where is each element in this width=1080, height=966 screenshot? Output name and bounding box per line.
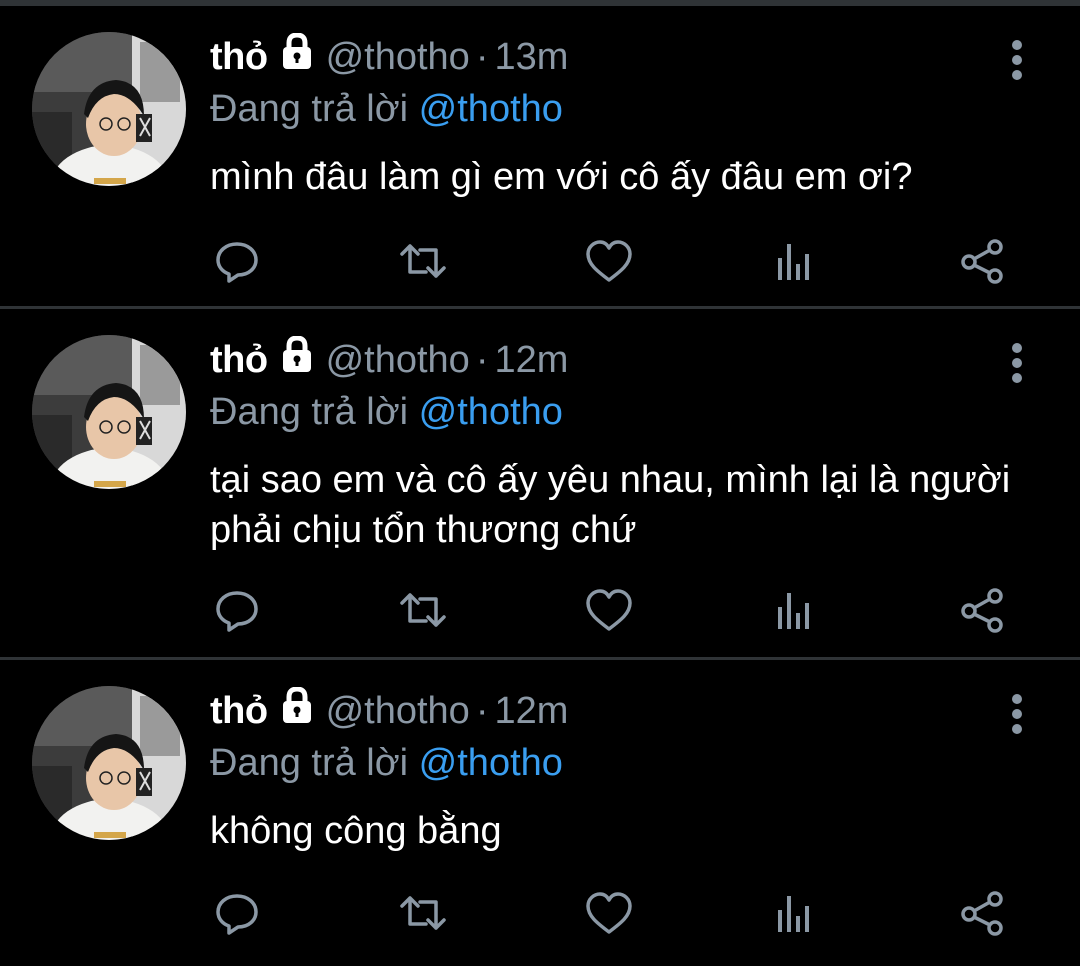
action-bar — [210, 236, 1040, 286]
tweet-text: không công bằng — [210, 810, 502, 852]
retweet-icon — [400, 593, 446, 627]
share-icon — [961, 239, 1003, 284]
retweet-icon — [400, 244, 446, 278]
reply-mention-link[interactable]: @thotho — [419, 88, 563, 130]
action-bar — [210, 888, 1040, 938]
reply-prefix: Đang trả lời — [210, 88, 409, 130]
handle[interactable]: @thotho — [326, 690, 470, 732]
display-name[interactable]: thỏ — [210, 339, 268, 381]
share-icon — [961, 891, 1003, 936]
timestamp[interactable]: 12m — [494, 690, 568, 732]
like-icon — [586, 589, 632, 631]
retweet-button[interactable] — [398, 236, 448, 286]
action-bar — [210, 585, 1040, 635]
retweet-button[interactable] — [398, 888, 448, 938]
lock-icon — [278, 335, 316, 377]
share-button[interactable] — [958, 888, 1008, 938]
reply-button[interactable] — [212, 585, 262, 635]
handle[interactable]: @thotho — [326, 339, 470, 381]
lock-icon — [278, 686, 316, 728]
timestamp[interactable]: 12m — [494, 339, 568, 381]
reply-button[interactable] — [212, 236, 262, 286]
more-options-icon[interactable] — [1004, 38, 1030, 108]
reply-context: Đang trả lời @thotho — [210, 88, 563, 131]
like-button[interactable] — [584, 585, 634, 635]
more-options-icon[interactable] — [1004, 692, 1030, 762]
share-button[interactable] — [958, 585, 1008, 635]
tweet-text: mình đâu làm gì em với cô ấy đâu em ơi? — [210, 156, 913, 198]
share-icon — [961, 588, 1003, 633]
like-button[interactable] — [584, 236, 634, 286]
analytics-button[interactable] — [770, 585, 820, 635]
like-icon — [586, 892, 632, 934]
analytics-icon — [778, 896, 809, 932]
tweet[interactable]: thỏ @thotho · 12m Đang trả lời @thotho tại … — [0, 309, 1080, 658]
tweet-text: tại sao em và cô ấy yêu nhau, mình lại l… — [210, 459, 1011, 551]
tweet[interactable]: thỏ @thotho · 12m Đang trả lời @thotho khôn… — [0, 660, 1080, 966]
reply-icon — [216, 894, 258, 935]
avatar[interactable] — [32, 32, 186, 186]
reply-icon — [216, 242, 258, 283]
avatar[interactable] — [32, 686, 186, 840]
tweet-header: thỏ @thotho · 12m — [210, 335, 568, 389]
reply-mention-link[interactable]: @thotho — [419, 391, 563, 433]
reply-context: Đang trả lời @thotho — [210, 391, 563, 434]
reply-button[interactable] — [212, 888, 262, 938]
reply-icon — [216, 591, 258, 632]
separator: · — [475, 339, 489, 381]
like-button[interactable] — [584, 888, 634, 938]
analytics-button[interactable] — [770, 888, 820, 938]
analytics-icon — [778, 593, 809, 629]
tweet-header: thỏ @thotho · 12m — [210, 686, 568, 740]
analytics-button[interactable] — [770, 236, 820, 286]
more-options-icon[interactable] — [1004, 341, 1030, 411]
display-name[interactable]: thỏ — [210, 690, 268, 732]
like-icon — [586, 240, 632, 282]
reply-prefix: Đang trả lời — [210, 391, 409, 433]
avatar[interactable] — [32, 335, 186, 489]
retweet-button[interactable] — [398, 585, 448, 635]
tweet[interactable]: thỏ @thotho · 13m Đang trả lời @thotho mình… — [0, 0, 1080, 308]
separator: · — [475, 36, 489, 78]
reply-prefix: Đang trả lời — [210, 742, 409, 784]
reply-context: Đang trả lời @thotho — [210, 742, 563, 785]
handle[interactable]: @thotho — [326, 36, 470, 78]
retweet-icon — [400, 896, 446, 930]
analytics-icon — [778, 244, 809, 280]
timestamp[interactable]: 13m — [494, 36, 568, 78]
separator: · — [475, 690, 489, 732]
lock-icon — [278, 32, 316, 74]
share-button[interactable] — [958, 236, 1008, 286]
display-name[interactable]: thỏ — [210, 36, 268, 78]
tweet-header: thỏ @thotho · 13m — [210, 32, 568, 86]
reply-mention-link[interactable]: @thotho — [419, 742, 563, 784]
